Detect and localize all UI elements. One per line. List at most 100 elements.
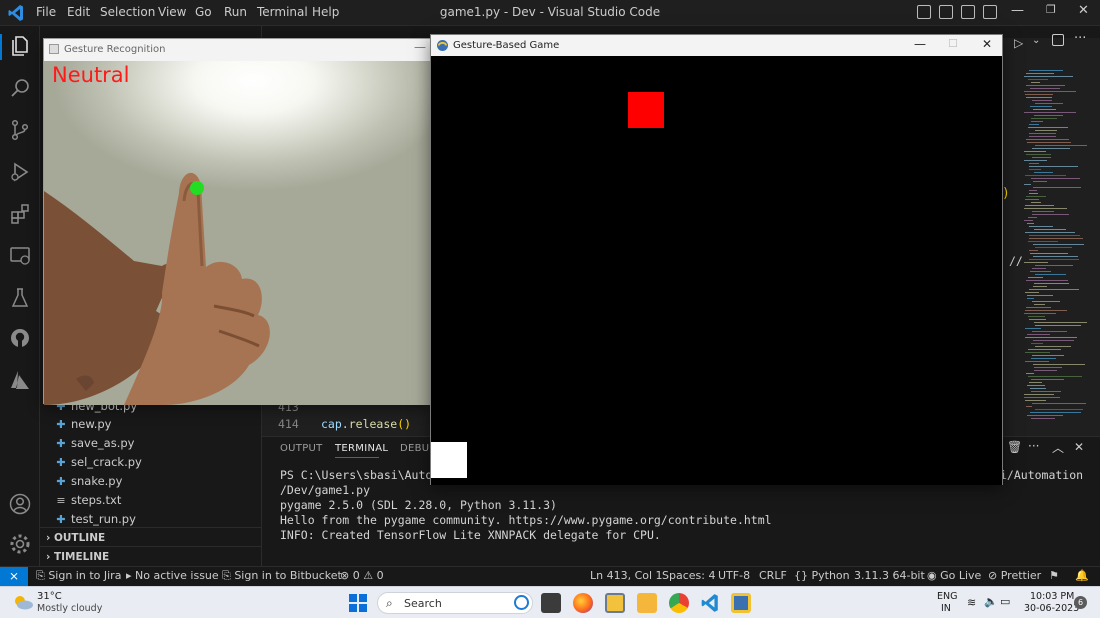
remote-explorer-icon[interactable] (8, 244, 32, 268)
azure-icon[interactable] (8, 368, 32, 392)
chrome-icon[interactable] (669, 593, 689, 613)
timeline-section[interactable]: › TIMELINE (40, 546, 262, 566)
extensions-icon[interactable] (8, 202, 32, 226)
restore-icon[interactable]: ❐ (1046, 3, 1056, 16)
run-file-icon[interactable]: ▷ (1014, 36, 1023, 50)
file-explorer-icon[interactable] (637, 593, 657, 613)
more-actions-icon[interactable]: ··· (1074, 31, 1086, 46)
editor-minimap[interactable] (1010, 70, 1100, 420)
clock-date[interactable]: 30-06-2023 (1024, 603, 1079, 614)
battery-icon[interactable]: ▭ (1000, 595, 1010, 608)
file-item[interactable]: ✚ save_as.py (56, 434, 134, 452)
language-indicator[interactable]: ENG (937, 591, 957, 602)
file-item[interactable]: ✚ new.py (56, 415, 111, 433)
jira-issue[interactable]: ▸ No active issue (126, 569, 219, 582)
prettier[interactable]: ⊘ Prettier (988, 569, 1041, 582)
menu-run[interactable]: Run (224, 5, 247, 19)
menu-help[interactable]: Help (312, 5, 339, 19)
testing-icon[interactable] (8, 286, 32, 310)
remote-indicator-icon[interactable]: ⨯ (0, 567, 28, 587)
file-item[interactable]: ≡ steps.txt (56, 491, 121, 509)
minimap-line (1024, 262, 1048, 263)
windows-start-icon[interactable] (349, 594, 367, 612)
minimap-line (1025, 292, 1039, 293)
warning-icon: ⚠ (363, 569, 374, 582)
minimize-icon[interactable]: — (1011, 3, 1024, 18)
taskbar-search-box[interactable]: ⌕ Search (377, 592, 533, 614)
file-item[interactable]: ✚ snake.py (56, 472, 122, 490)
firefox-icon[interactable] (573, 593, 593, 613)
maximize-panel-icon[interactable]: ︿ (1052, 439, 1064, 456)
feedback-icon[interactable]: ⚑ (1049, 569, 1059, 582)
weather-temp[interactable]: 31°C (37, 591, 62, 602)
close-icon[interactable]: ✕ (1078, 3, 1089, 18)
wifi-icon[interactable]: ≋ (967, 596, 976, 609)
region-indicator[interactable]: IN (941, 603, 951, 614)
menu-file[interactable]: File (36, 5, 56, 19)
task-view-icon[interactable] (541, 593, 561, 613)
terminal-line[interactable]: /Dev/game1.py (280, 483, 370, 497)
code-line[interactable]: cap.release() (321, 417, 411, 431)
manage-gear-icon[interactable] (8, 532, 32, 556)
problems-indicator[interactable]: ⊗ 0 ⚠ 0 (340, 569, 384, 582)
toggle-panel-icon[interactable] (939, 5, 953, 19)
file-item[interactable]: ✚ sel_crack.py (56, 453, 141, 471)
clock-time[interactable]: 10:03 PM (1030, 591, 1074, 602)
trash-icon[interactable]: 🗑 (1007, 440, 1022, 454)
terminal-line[interactable]: pygame 2.5.0 (SDL 2.28.0, Python 3.11.3) (280, 498, 557, 512)
menu-go[interactable]: Go (195, 5, 212, 19)
terminal-line[interactable]: PS C:\Users\sbasi\Automa (280, 468, 446, 482)
jira-sign-in[interactable]: ⎘ Sign in to Jira (36, 569, 121, 583)
close-icon[interactable]: ✕ (982, 37, 992, 51)
minimize-icon[interactable]: — (914, 37, 926, 51)
tab-terminal[interactable]: TERMINAL (335, 443, 388, 454)
python-interpreter[interactable]: 3.11.3 64-bit (854, 569, 925, 582)
explorer-icon[interactable] (8, 34, 32, 58)
python-taskbar-icon[interactable] (731, 593, 751, 613)
minimize-icon[interactable]: — (414, 40, 426, 54)
minimap-line (1031, 379, 1064, 380)
github-icon[interactable] (8, 326, 32, 350)
menu-edit[interactable]: Edit (67, 5, 90, 19)
notifications-bell-icon[interactable]: 🔔 (1075, 569, 1089, 582)
menu-view[interactable]: View (158, 5, 186, 19)
account-icon[interactable] (8, 492, 32, 516)
search-icon[interactable] (8, 76, 32, 100)
volume-icon[interactable]: 🔈 (984, 595, 998, 608)
toggle-primary-sidebar-icon[interactable] (917, 5, 931, 19)
file-item[interactable]: ✚ test_run.py (56, 510, 136, 528)
close-panel-icon[interactable]: ✕ (1074, 440, 1084, 454)
menu-selection[interactable]: Selection (100, 5, 155, 19)
weather-desc[interactable]: Mostly cloudy (37, 603, 102, 614)
cursor-position[interactable]: Ln 413, Col 1 (590, 569, 663, 582)
weather-cloud-icon[interactable] (12, 594, 34, 610)
line-ending[interactable]: CRLF (759, 569, 787, 582)
tab-output[interactable]: OUTPUT (280, 443, 323, 454)
gesture-based-game-window[interactable]: Gesture-Based Game — ☐ ✕ (430, 34, 1003, 485)
encoding[interactable]: UTF-8 (718, 569, 750, 582)
outline-section[interactable]: › OUTLINE (40, 527, 262, 547)
customize-layout-icon[interactable] (983, 5, 997, 19)
bitbucket-sign-in[interactable]: ⎘ Sign in to Bitbucket (222, 569, 342, 583)
chevron-down-icon[interactable]: ⌄ (1032, 35, 1040, 46)
bing-icon[interactable] (514, 595, 529, 610)
terminal-line[interactable]: Hello from the pygame community. https:/… (280, 513, 772, 527)
go-live[interactable]: ◉ Go Live (927, 569, 981, 582)
split-editor-icon[interactable] (1052, 34, 1064, 46)
source-control-icon[interactable] (8, 118, 32, 142)
game-canvas[interactable] (431, 56, 1002, 485)
language-mode[interactable]: {} Python (794, 569, 850, 582)
more-actions-icon[interactable]: ··· (1028, 439, 1039, 453)
menu-terminal[interactable]: Terminal (257, 5, 308, 19)
indentation[interactable]: Spaces: 4 (662, 569, 715, 582)
notification-badge[interactable]: 6 (1074, 596, 1087, 609)
active-indicator (0, 34, 2, 60)
run-debug-icon[interactable] (8, 160, 32, 184)
store-icon[interactable] (605, 593, 625, 613)
gesture-recognition-window[interactable]: Gesture Recognition — Neutral (43, 38, 432, 405)
minimap-line (1032, 301, 1060, 302)
terminal-line[interactable]: INFO: Created TensorFlow Lite XNNPACK de… (280, 528, 661, 542)
toggle-secondary-sidebar-icon[interactable] (961, 5, 975, 19)
vscode-taskbar-icon[interactable] (700, 593, 720, 613)
vscode-logo-icon (8, 5, 23, 21)
